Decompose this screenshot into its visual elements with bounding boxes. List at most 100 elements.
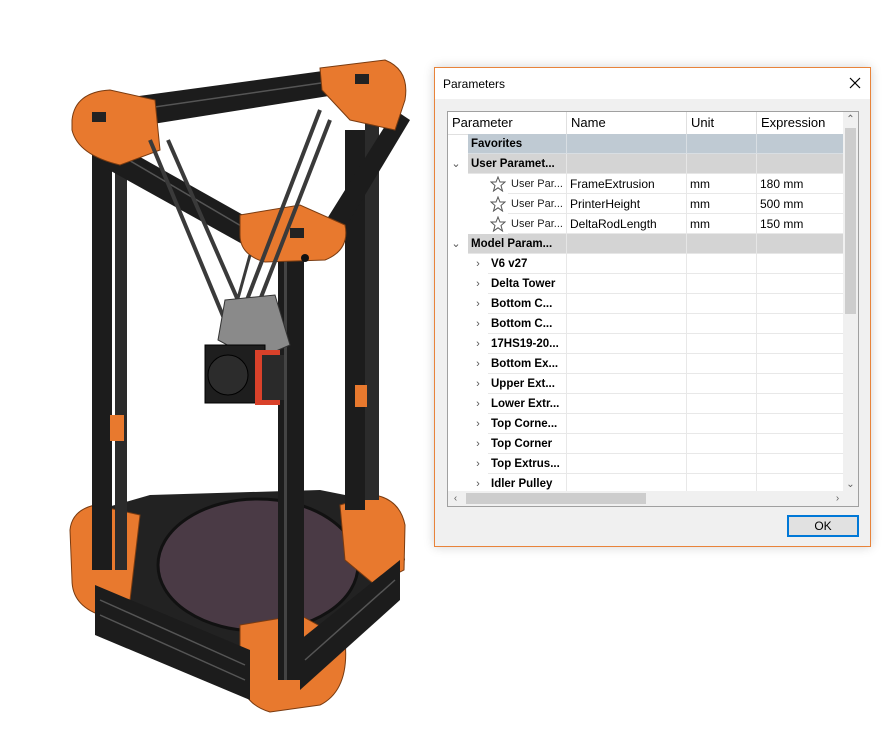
component-name-cell: Upper Ext...: [488, 374, 567, 394]
parameters-table[interactable]: Parameter Name Unit Expression Favorites…: [447, 111, 859, 507]
star-icon[interactable]: [490, 196, 506, 212]
component-name-cell: Bottom Ex...: [488, 354, 567, 374]
table-cell: [687, 334, 757, 354]
table-cell: [757, 414, 845, 434]
component-row[interactable]: › Top Extrus...: [448, 454, 845, 474]
chevron-right-icon[interactable]: ›: [472, 414, 484, 434]
component-row[interactable]: › Bottom Ex...: [448, 354, 845, 374]
chevron-right-icon[interactable]: ›: [472, 374, 484, 394]
table-cell: [757, 154, 845, 174]
table-row[interactable]: User Par... PrinterHeight mm 500 mm: [448, 194, 845, 214]
chevron-right-icon[interactable]: ›: [472, 314, 484, 334]
parameters-dialog: Parameters Parameter Name Unit Expressio…: [434, 67, 871, 547]
table-cell: [567, 414, 687, 434]
table-cell: [687, 434, 757, 454]
component-name-cell: Lower Extr...: [488, 394, 567, 414]
chevron-right-icon[interactable]: ›: [472, 254, 484, 274]
column-header-parameter[interactable]: Parameter: [448, 112, 567, 134]
table-cell: [757, 134, 845, 154]
chevron-right-icon[interactable]: ›: [472, 394, 484, 414]
component-row[interactable]: › Top Corner: [448, 434, 845, 454]
table-cell: [757, 394, 845, 414]
component-name-cell: Bottom C...: [488, 294, 567, 314]
component-row[interactable]: › Lower Extr...: [448, 394, 845, 414]
group-row-model-parameters[interactable]: ⌄ Model Param...: [448, 234, 845, 254]
table-cell: [757, 314, 845, 334]
chevron-right-icon[interactable]: ›: [472, 294, 484, 314]
table-cell: [757, 454, 845, 474]
parameter-type-cell: User Par...: [508, 214, 567, 234]
table-cell: [757, 274, 845, 294]
table-cell: [567, 134, 687, 154]
horizontal-scroll-thumb[interactable]: [466, 493, 646, 504]
group-label-user-parameters: User Paramet...: [468, 154, 567, 174]
table-row[interactable]: User Par... DeltaRodLength mm 150 mm: [448, 214, 845, 234]
table-cell: [757, 434, 845, 454]
parameter-unit-cell: mm: [687, 194, 757, 214]
column-header-expression[interactable]: Expression: [757, 112, 845, 134]
table-cell: [567, 294, 687, 314]
component-name-cell: Top Extrus...: [488, 454, 567, 474]
ok-button[interactable]: OK: [787, 515, 859, 537]
chevron-right-icon[interactable]: ›: [472, 274, 484, 294]
table-cell: [567, 274, 687, 294]
component-row[interactable]: › Upper Ext...: [448, 374, 845, 394]
table-cell: [687, 274, 757, 294]
table-cell: [757, 294, 845, 314]
chevron-right-icon[interactable]: ›: [472, 454, 484, 474]
chevron-right-icon[interactable]: ›: [472, 434, 484, 454]
parameter-name-cell: FrameExtrusion: [567, 174, 687, 194]
star-icon[interactable]: [490, 216, 506, 232]
model-viewport[interactable]: [0, 0, 430, 750]
print-bed: [156, 497, 360, 633]
scroll-down-icon[interactable]: ⌄: [843, 477, 858, 492]
component-row[interactable]: › Delta Tower: [448, 274, 845, 294]
scroll-left-icon[interactable]: ‹: [448, 491, 463, 506]
table-cell: [687, 394, 757, 414]
column-header-unit[interactable]: Unit: [687, 112, 757, 134]
component-name-cell: 17HS19-20...: [488, 334, 567, 354]
group-label-favorites: Favorites: [468, 134, 567, 154]
table-row[interactable]: User Par... FrameExtrusion mm 180 mm: [448, 174, 845, 194]
table-cell: [687, 354, 757, 374]
table-cell: [687, 314, 757, 334]
vertical-scroll-thumb[interactable]: [845, 128, 856, 314]
group-label-model-parameters: Model Param...: [468, 234, 567, 254]
table-cell: [687, 254, 757, 274]
chevron-right-icon[interactable]: ›: [472, 334, 484, 354]
table-cell: [757, 254, 845, 274]
component-row[interactable]: › V6 v27: [448, 254, 845, 274]
component-row[interactable]: › Top Corne...: [448, 414, 845, 434]
parameter-type-cell: User Par...: [508, 194, 567, 214]
table-cell: [687, 234, 757, 254]
table-cell: [687, 134, 757, 154]
chevron-down-icon[interactable]: ⌄: [450, 154, 462, 174]
component-row[interactable]: › Bottom C...: [448, 294, 845, 314]
chevron-down-icon[interactable]: ⌄: [450, 234, 462, 254]
component-row[interactable]: › 17HS19-20...: [448, 334, 845, 354]
table-cell: [757, 374, 845, 394]
chevron-right-icon[interactable]: ›: [472, 354, 484, 374]
scroll-up-icon[interactable]: ⌃: [843, 112, 858, 127]
table-cell: [687, 154, 757, 174]
table-cell: [567, 434, 687, 454]
vertical-scrollbar[interactable]: ⌃ ⌄: [843, 112, 858, 492]
dialog-title: Parameters: [443, 77, 506, 91]
group-row-user-parameters[interactable]: ⌄ User Paramet...: [448, 154, 845, 174]
star-icon[interactable]: [490, 176, 506, 192]
table-cell: [567, 374, 687, 394]
column-header-name[interactable]: Name: [567, 112, 687, 134]
parameter-type-cell: User Par...: [508, 174, 567, 194]
component-name-cell: V6 v27: [488, 254, 567, 274]
group-row-favorites[interactable]: Favorites: [448, 134, 845, 154]
table-cell: [567, 314, 687, 334]
close-button[interactable]: [840, 68, 870, 98]
component-row[interactable]: › Bottom C...: [448, 314, 845, 334]
table-cell: [757, 334, 845, 354]
table-cell: [567, 334, 687, 354]
table-cell: [757, 354, 845, 374]
table-cell: [687, 414, 757, 434]
table-cell: [567, 354, 687, 374]
table-cell: [567, 154, 687, 174]
horizontal-scrollbar[interactable]: ‹ ›: [448, 491, 845, 506]
